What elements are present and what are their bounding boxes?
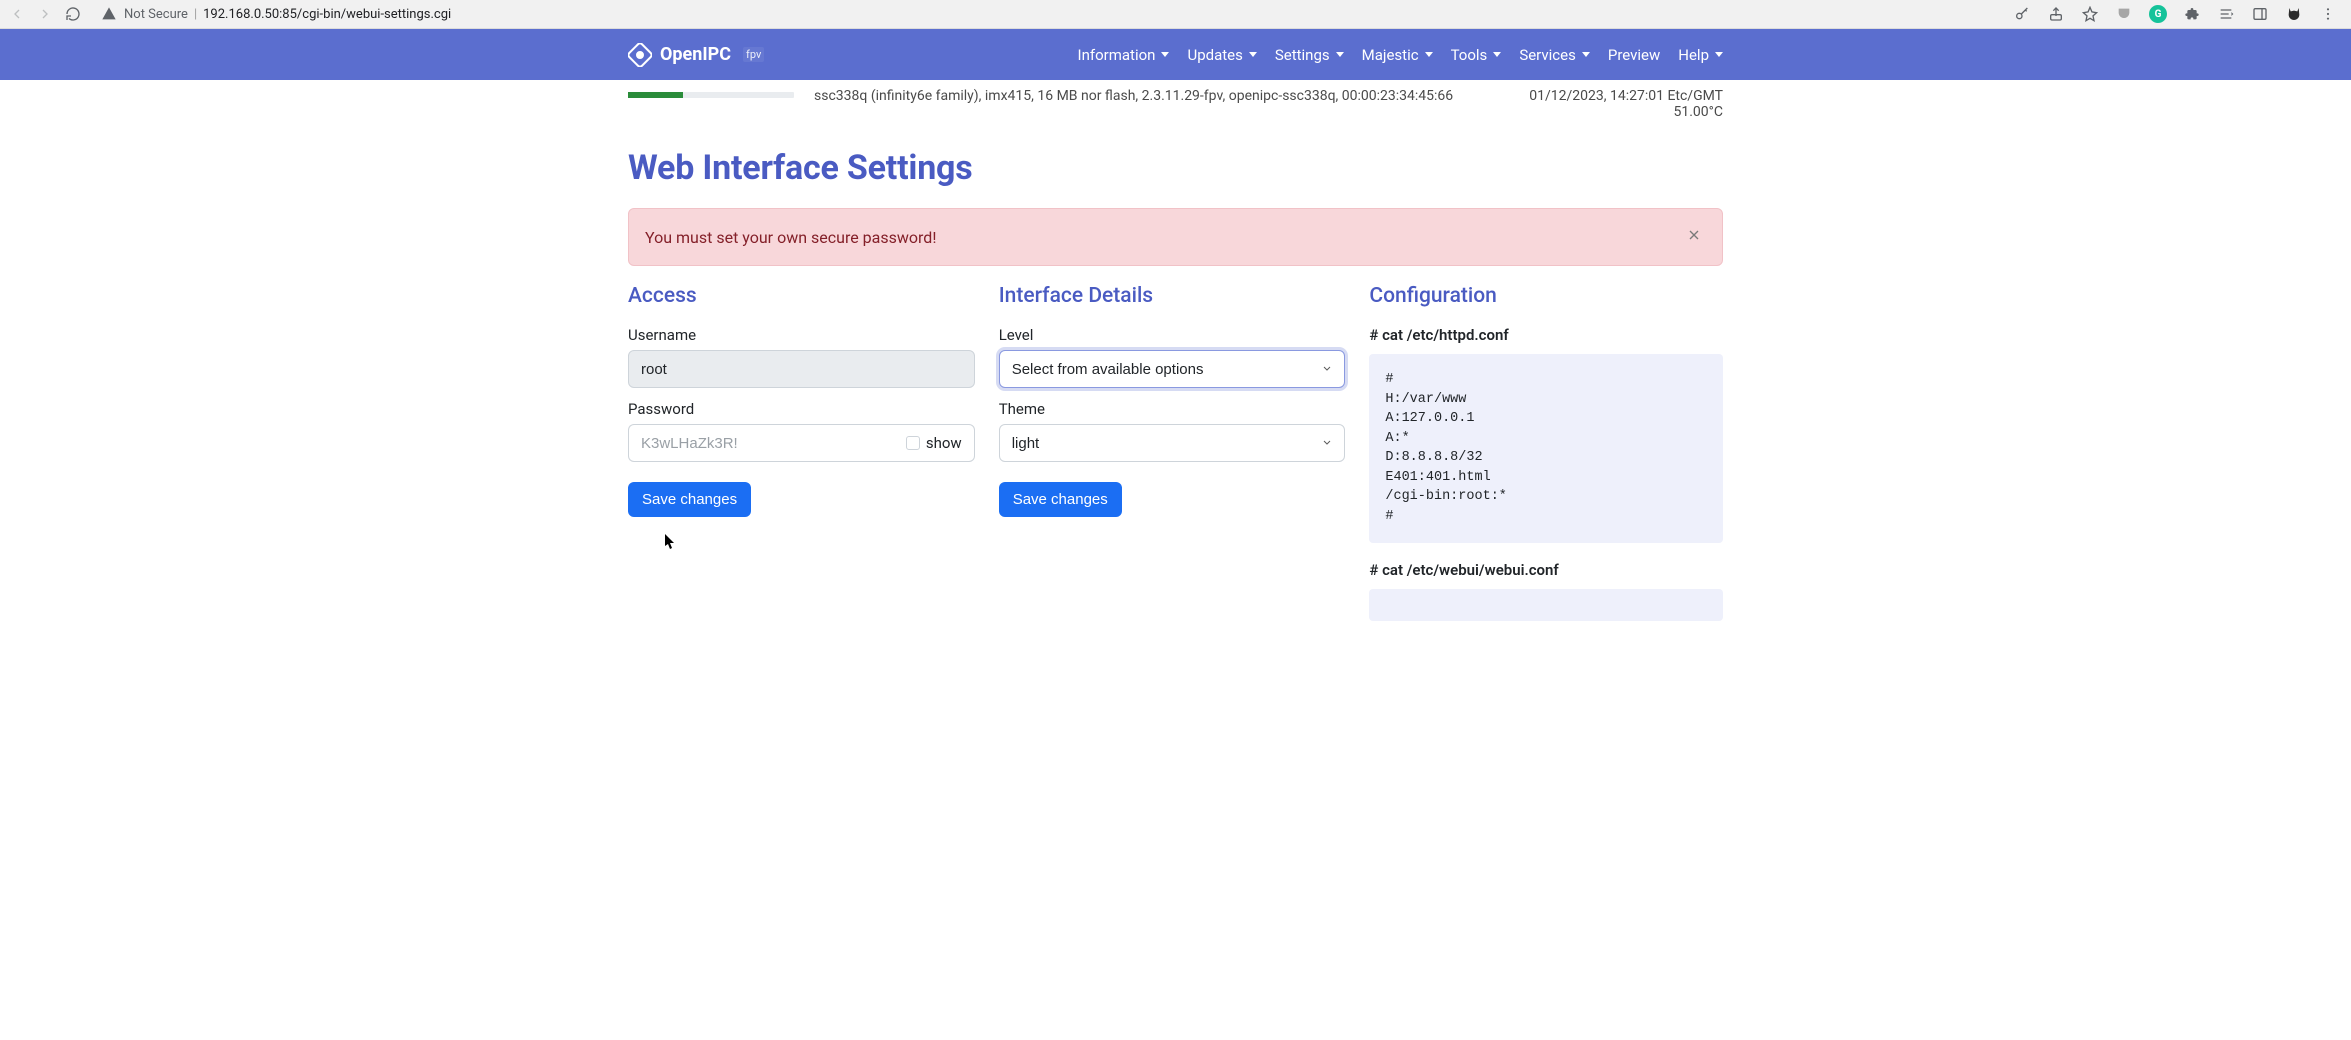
webui-conf-cmd: # cat /etc/webui/webui.conf xyxy=(1369,561,1723,579)
back-icon[interactable] xyxy=(8,5,26,23)
httpd-conf-content: # H:/var/www A:127.0.0.1 A:* D:8.8.8.8/3… xyxy=(1369,354,1723,543)
nav-majestic[interactable]: Majestic xyxy=(1362,46,1433,64)
nav-item-label: Settings xyxy=(1275,46,1330,64)
address-url[interactable]: 192.168.0.50:85/cgi-bin/webui-settings.c… xyxy=(203,7,451,22)
pocket-icon[interactable] xyxy=(2115,5,2133,23)
forward-icon[interactable] xyxy=(36,5,54,23)
share-icon[interactable] xyxy=(2047,5,2065,23)
bookmark-star-icon[interactable] xyxy=(2081,5,2099,23)
nav-services[interactable]: Services xyxy=(1519,46,1590,64)
not-secure-icon[interactable] xyxy=(100,5,118,23)
grammarly-icon[interactable]: G xyxy=(2149,5,2167,23)
page-title: Web Interface Settings xyxy=(628,148,1723,188)
chevron-down-icon xyxy=(1715,52,1723,57)
nav-menu: Information Updates Settings Majestic To… xyxy=(1078,46,1723,64)
save-access-button[interactable]: Save changes xyxy=(628,482,751,517)
chevron-down-icon xyxy=(1493,52,1501,57)
nav-settings[interactable]: Settings xyxy=(1275,46,1344,64)
interface-column: Interface Details Level Select from avai… xyxy=(999,284,1346,621)
alert-text: You must set your own secure password! xyxy=(645,228,936,247)
nav-item-label: Help xyxy=(1678,46,1709,64)
chevron-down-icon xyxy=(1249,52,1257,57)
device-temp: 51.00°C xyxy=(1529,104,1723,120)
password-field[interactable] xyxy=(628,424,894,462)
brand-logo[interactable]: OpenIPC fpv xyxy=(628,43,764,67)
username-field xyxy=(628,350,975,388)
flash-usage-bar xyxy=(628,92,794,98)
chevron-down-icon xyxy=(1425,52,1433,57)
device-spec: ssc338q (infinity6e family), imx415, 16 … xyxy=(814,88,1509,104)
nav-information[interactable]: Information xyxy=(1078,46,1170,64)
nav-item-label: Majestic xyxy=(1362,46,1419,64)
brand-name: OpenIPC xyxy=(660,44,731,65)
nav-item-label: Updates xyxy=(1187,46,1242,64)
close-icon[interactable] xyxy=(1682,223,1706,251)
httpd-conf-cmd: # cat /etc/httpd.conf xyxy=(1369,326,1723,344)
nav-item-label: Services xyxy=(1519,46,1576,64)
kebab-menu-icon[interactable] xyxy=(2319,5,2337,23)
extension-icon[interactable] xyxy=(2183,5,2201,23)
nav-item-label: Tools xyxy=(1451,46,1488,64)
reading-list-icon[interactable] xyxy=(2217,5,2235,23)
key-icon[interactable] xyxy=(2013,5,2031,23)
username-label: Username xyxy=(628,326,975,344)
webui-conf-content xyxy=(1369,589,1723,621)
interface-heading: Interface Details xyxy=(999,284,1346,308)
configuration-heading: Configuration xyxy=(1369,284,1723,308)
addr-divider: | xyxy=(194,7,197,22)
brand-icon xyxy=(628,43,652,67)
brand-suffix: fpv xyxy=(743,47,764,62)
save-interface-button[interactable]: Save changes xyxy=(999,482,1122,517)
nav-item-label: Information xyxy=(1078,46,1156,64)
panel-icon[interactable] xyxy=(2251,5,2269,23)
password-label: Password xyxy=(628,400,975,418)
chevron-down-icon xyxy=(1582,52,1590,57)
nav-preview[interactable]: Preview xyxy=(1608,46,1660,64)
password-alert: You must set your own secure password! xyxy=(628,208,1723,266)
browser-chrome: Not Secure | 192.168.0.50:85/cgi-bin/web… xyxy=(0,0,2351,29)
level-label: Level xyxy=(999,326,1346,344)
nav-tools[interactable]: Tools xyxy=(1451,46,1502,64)
theme-label: Theme xyxy=(999,400,1346,418)
device-datetime: 01/12/2023, 14:27:01 Etc/GMT xyxy=(1529,88,1723,104)
configuration-column: Configuration # cat /etc/httpd.conf # H:… xyxy=(1369,284,1723,621)
level-select[interactable]: Select from available options xyxy=(999,350,1346,388)
nav-item-label: Preview xyxy=(1608,46,1660,64)
refresh-icon[interactable] xyxy=(64,5,82,23)
not-secure-label: Not Secure xyxy=(124,7,188,22)
theme-select[interactable]: light xyxy=(999,424,1346,462)
cat-profile-icon[interactable] xyxy=(2285,5,2303,23)
infobar: ssc338q (infinity6e family), imx415, 16 … xyxy=(628,80,1723,120)
chevron-down-icon xyxy=(1336,52,1344,57)
access-heading: Access xyxy=(628,284,975,308)
show-password-checkbox[interactable] xyxy=(906,436,920,450)
chevron-down-icon xyxy=(1161,52,1169,57)
top-navbar: OpenIPC fpv Information Updates Settings… xyxy=(0,29,2351,80)
nav-help[interactable]: Help xyxy=(1678,46,1723,64)
show-password-label: show xyxy=(926,434,962,452)
nav-updates[interactable]: Updates xyxy=(1187,46,1256,64)
access-column: Access Username Password show Save chang… xyxy=(628,284,975,621)
